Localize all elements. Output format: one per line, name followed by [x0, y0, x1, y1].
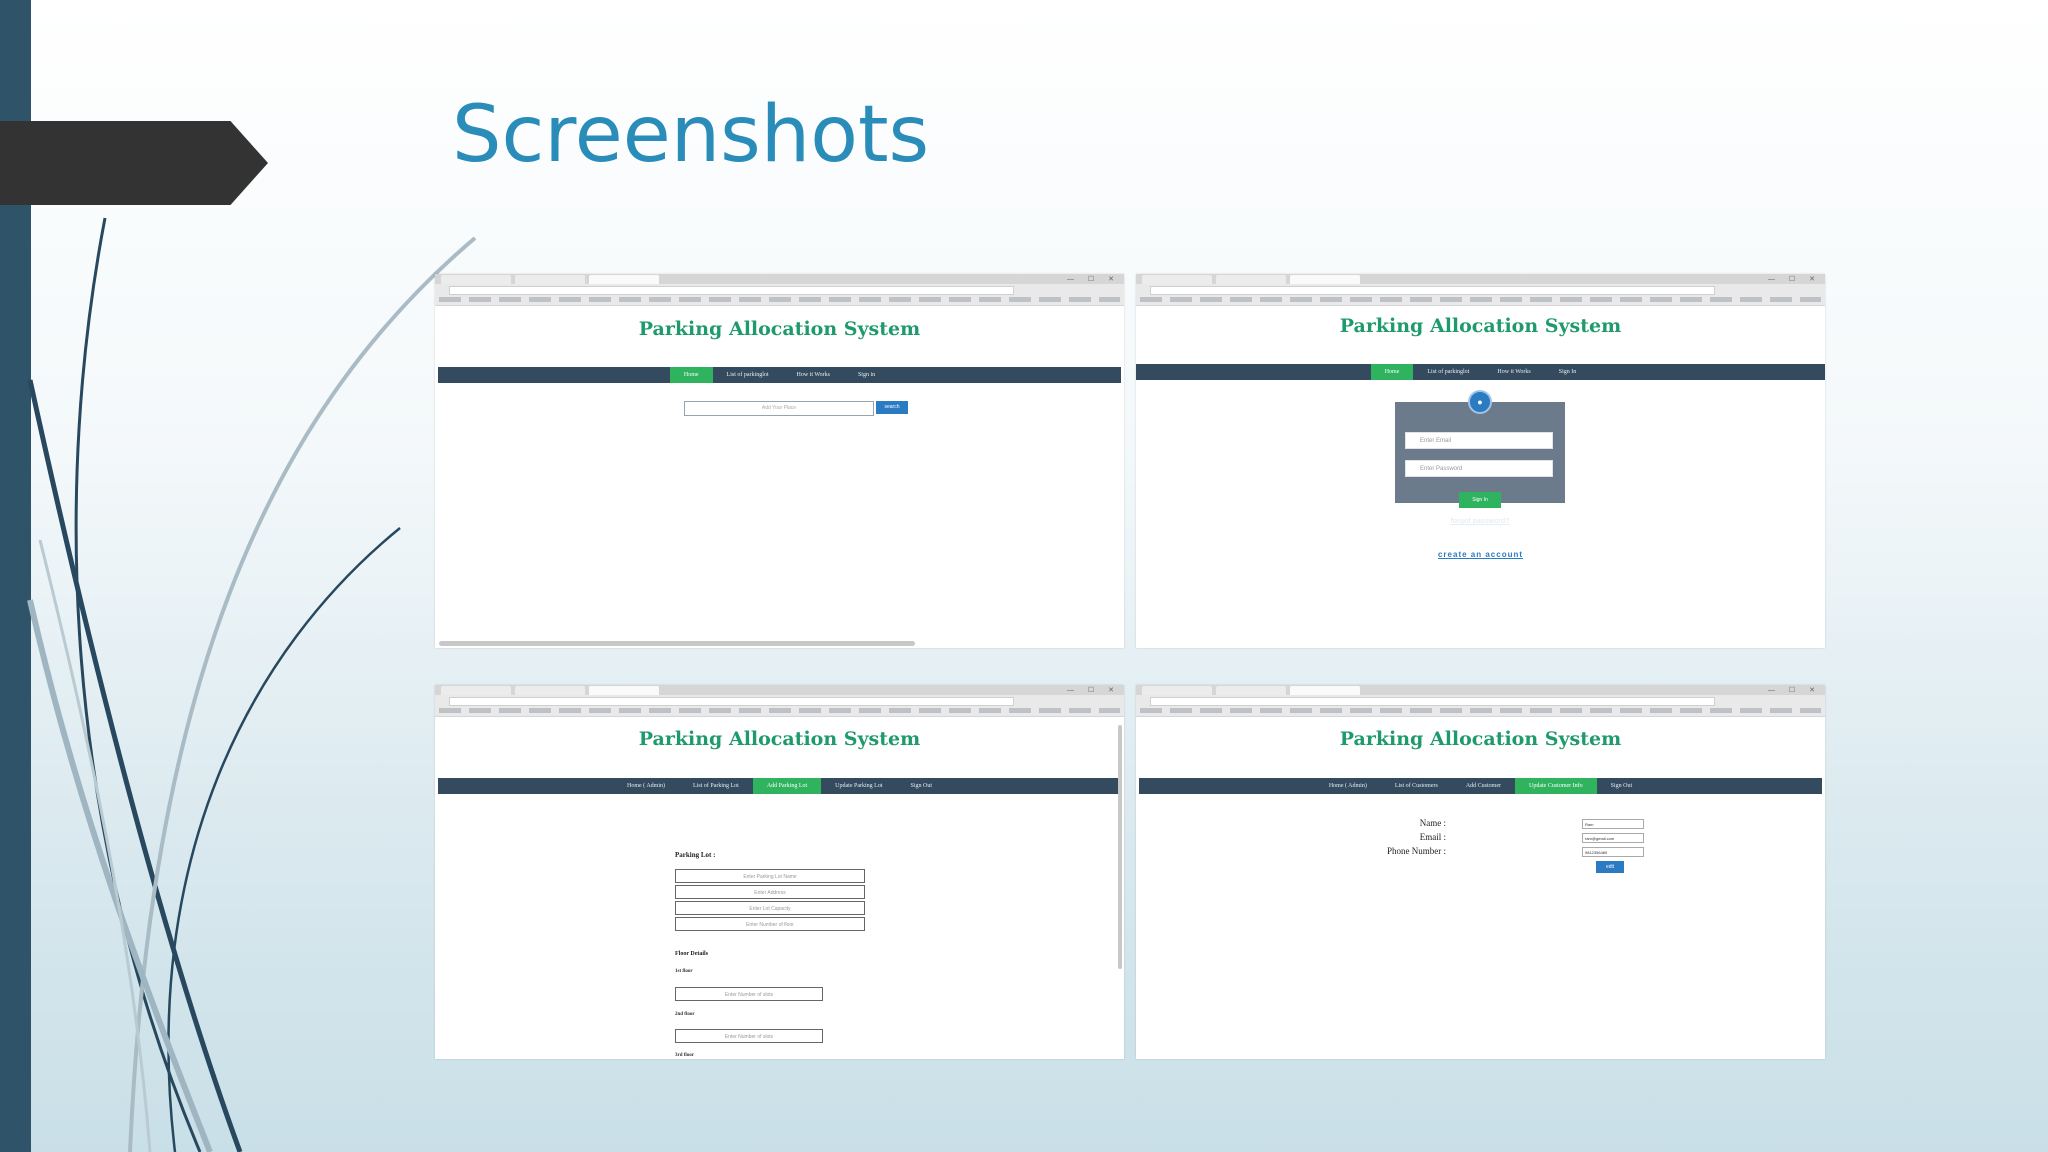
nav-sign-in[interactable]: Sign in [844, 367, 889, 383]
horizontal-scrollbar[interactable] [439, 641, 915, 646]
nav-sign-out[interactable]: Sign Out [897, 778, 947, 794]
title-arrow-banner [0, 121, 268, 205]
browser-tab[interactable] [441, 686, 511, 695]
phone-field[interactable]: 9812356489 [1582, 847, 1644, 857]
password-field[interactable]: Enter Password [1405, 460, 1553, 477]
nav-list-parkinglot[interactable]: List of parkinglot [713, 367, 783, 383]
browser-tab[interactable] [1290, 275, 1360, 284]
sign-in-button[interactable]: Sign In [1459, 492, 1501, 508]
browser-tab[interactable] [1142, 275, 1212, 284]
floor-slots-field[interactable]: Enter Number of slots [675, 1029, 823, 1043]
name-field[interactable]: Ram [1582, 819, 1644, 829]
nav-list-parking-lot[interactable]: List of Parking Lot [679, 778, 753, 794]
browser-tab[interactable] [1216, 275, 1286, 284]
browser-tabstrip: — ☐ ✕ [1136, 274, 1825, 284]
nav-sign-out[interactable]: Sign Out [1597, 778, 1647, 794]
browser-chrome: — ☐ ✕ [435, 685, 1124, 717]
bookmarks-bar [1140, 297, 1821, 302]
nav-update-customer-info[interactable]: Update Customer Info [1515, 778, 1597, 794]
search-input[interactable]: Add Your Place [684, 401, 874, 416]
lot-capacity-field[interactable]: Enter Lot Capacity [675, 901, 865, 915]
nav-add-customer[interactable]: Add Customer [1452, 778, 1515, 794]
browser-chrome: — ☐ ✕ [1136, 274, 1825, 306]
browser-tab[interactable] [515, 275, 585, 284]
email-field[interactable]: ram@gmail.com [1582, 833, 1644, 843]
bookmarks-bar [439, 708, 1120, 713]
address-bar[interactable] [1150, 286, 1715, 295]
browser-tab[interactable] [1216, 686, 1286, 695]
forgot-password-link[interactable]: forgot password? [1395, 518, 1565, 525]
screenshot-home: — ☐ ✕ Parking Allocation System Home Lis… [435, 274, 1124, 648]
screenshot-update-customer: — ☐ ✕ Parking Allocation System Home ( A… [1136, 685, 1825, 1059]
nav-add-parking-lot[interactable]: Add Parking Lot [752, 778, 822, 794]
floor-label: 2nd floor [675, 1012, 695, 1017]
address-bar[interactable] [449, 697, 1014, 706]
browser-tabstrip: — ☐ ✕ [435, 274, 1124, 284]
floor-label: 3rd floor [675, 1053, 695, 1058]
vertical-scrollbar[interactable] [1118, 725, 1122, 969]
edit-button[interactable]: edit [1596, 861, 1624, 873]
nav-home[interactable]: Home [1370, 364, 1414, 380]
email-label: Email : [1419, 832, 1446, 842]
screenshot-add-parking-lot: — ☐ ✕ Parking Allocation System Home ( A… [435, 685, 1124, 1059]
bookmarks-bar [439, 297, 1120, 302]
browser-tab[interactable] [1142, 686, 1212, 695]
bookmarks-bar [1140, 708, 1821, 713]
page-heading: Parking Allocation System [638, 318, 921, 340]
name-label: Name : [1419, 818, 1446, 828]
window-controls[interactable]: — ☐ ✕ [1067, 275, 1120, 283]
user-avatar-icon: ● [1468, 390, 1492, 414]
phone-label: Phone Number : [1387, 846, 1446, 856]
nav-sign-in[interactable]: Sign In [1545, 364, 1591, 380]
slide-title: Screenshots [452, 90, 930, 180]
page-heading: Parking Allocation System [1339, 728, 1622, 750]
nav-home[interactable]: Home [669, 367, 713, 383]
lot-floors-field[interactable]: Enter Number of floor [675, 917, 865, 931]
nav-home-admin[interactable]: Home ( Admin) [613, 778, 679, 794]
browser-tab[interactable] [515, 686, 585, 695]
address-bar[interactable] [449, 286, 1014, 295]
lot-address-field[interactable]: Enter Address [675, 885, 865, 899]
search-button[interactable]: search [876, 401, 908, 414]
lot-name-field[interactable]: Enter Parking Lot Name [675, 869, 865, 883]
navbar: Home List of parkinglot How it Works Sig… [438, 367, 1121, 383]
browser-tab[interactable] [589, 275, 659, 284]
nav-update-parking-lot[interactable]: Update Parking Lot [821, 778, 896, 794]
window-controls[interactable]: — ☐ ✕ [1768, 686, 1821, 694]
browser-tab[interactable] [441, 275, 511, 284]
nav-how-it-works[interactable]: How it Works [1483, 364, 1544, 380]
page-heading: Parking Allocation System [1339, 315, 1622, 337]
navbar: Home List of parkinglot How it Works Sig… [1136, 364, 1825, 380]
nav-how-it-works[interactable]: How it Works [783, 367, 844, 383]
email-field[interactable]: Enter Email [1405, 432, 1553, 449]
browser-chrome: — ☐ ✕ [1136, 685, 1825, 717]
browser-tabstrip: — ☐ ✕ [1136, 685, 1825, 695]
browser-tab[interactable] [1290, 686, 1360, 695]
navbar: Home ( Admin) List of Customers Add Cust… [1139, 778, 1822, 794]
browser-tabstrip: — ☐ ✕ [435, 685, 1124, 695]
floor-details-title: Floor Details [675, 951, 709, 957]
window-controls[interactable]: — ☐ ✕ [1067, 686, 1120, 694]
browser-tab[interactable] [589, 686, 659, 695]
nav-list-parkinglot[interactable]: List of parkinglot [1413, 364, 1483, 380]
page-heading: Parking Allocation System [638, 728, 921, 750]
create-account-link[interactable]: create an account [1136, 550, 1825, 559]
browser-chrome: — ☐ ✕ [435, 274, 1124, 306]
window-controls[interactable]: — ☐ ✕ [1768, 275, 1821, 283]
nav-home-admin[interactable]: Home ( Admin) [1315, 778, 1381, 794]
floor-slots-field[interactable]: Enter Number of slots [675, 987, 823, 1001]
parking-lot-section-title: Parking Lot : [675, 851, 716, 859]
navbar: Home ( Admin) List of Parking Lot Add Pa… [438, 778, 1121, 794]
screenshot-login: — ☐ ✕ Parking Allocation System Home Lis… [1136, 274, 1825, 648]
address-bar[interactable] [1150, 697, 1715, 706]
floor-label: 1st floor [675, 969, 693, 974]
nav-list-customers[interactable]: List of Customers [1381, 778, 1452, 794]
login-panel: ● Enter Email Enter Password Sign In for… [1395, 390, 1565, 525]
